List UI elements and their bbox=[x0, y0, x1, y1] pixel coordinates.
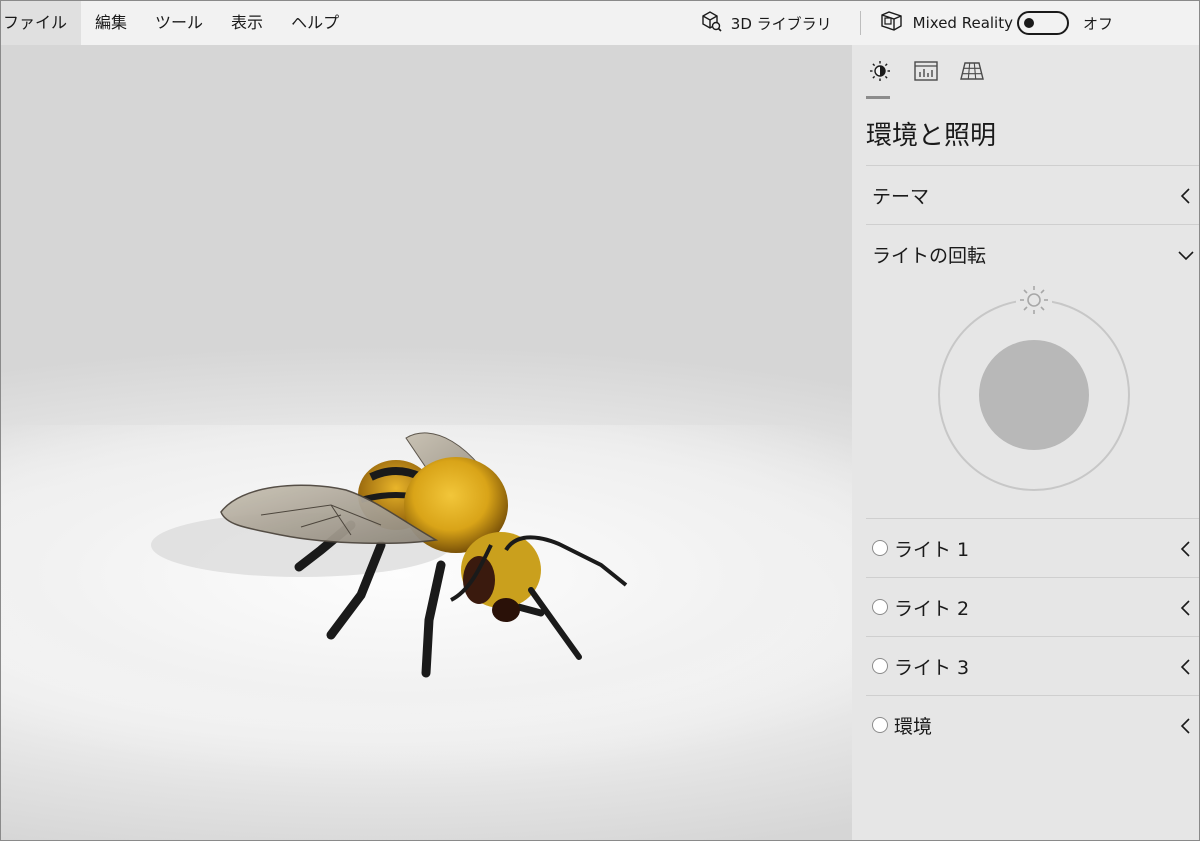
menu-bar: ファイル 編集 ツール 表示 ヘルプ 3D ライブラリ Mixed Realit… bbox=[1, 1, 1199, 45]
3d-library-label: 3D ライブラリ bbox=[730, 14, 832, 33]
light-2-row[interactable]: ライト 2 bbox=[866, 577, 1199, 637]
light-1-radio[interactable] bbox=[872, 540, 888, 556]
mixed-reality-toggle[interactable] bbox=[1016, 11, 1069, 35]
bee-model[interactable] bbox=[1, 45, 852, 841]
theme-label: テーマ bbox=[872, 185, 930, 208]
chevron-left-icon bbox=[1171, 166, 1199, 225]
light-rotation-section[interactable]: ライトの回転 bbox=[866, 224, 1199, 284]
chevron-left-icon bbox=[1171, 637, 1199, 696]
light-2-radio[interactable] bbox=[872, 599, 888, 615]
theme-section[interactable]: テーマ bbox=[866, 165, 1199, 225]
chevron-left-icon bbox=[1171, 578, 1199, 637]
3d-viewport[interactable] bbox=[1, 45, 852, 841]
mixed-reality-button[interactable]: Mixed Reality bbox=[879, 9, 1013, 37]
tab-lighting[interactable] bbox=[866, 59, 894, 99]
app-window: ファイル 編集 ツール 表示 ヘルプ 3D ライブラリ Mixed Realit… bbox=[0, 0, 1200, 841]
mixed-reality-label: Mixed Reality bbox=[912, 14, 1013, 32]
panel-tabs bbox=[866, 59, 986, 99]
menu-tools[interactable]: ツール bbox=[141, 1, 217, 45]
menu-help[interactable]: ヘルプ bbox=[277, 1, 353, 45]
light-1-row[interactable]: ライト 1 bbox=[866, 518, 1199, 578]
3d-library-icon bbox=[699, 9, 723, 37]
light-3-row[interactable]: ライト 3 bbox=[866, 636, 1199, 696]
light-3-radio[interactable] bbox=[872, 658, 888, 674]
environment-label: 環境 bbox=[894, 715, 933, 738]
tab-grid[interactable] bbox=[958, 59, 986, 99]
grid-icon bbox=[960, 62, 984, 80]
toggle-state-label: オフ bbox=[1082, 14, 1113, 33]
panel-title: 環境と照明 bbox=[866, 121, 997, 151]
toolbar-separator bbox=[859, 11, 861, 35]
environment-light-row[interactable]: 環境 bbox=[866, 695, 1199, 755]
mixed-reality-icon bbox=[879, 9, 905, 37]
stats-icon bbox=[914, 61, 938, 81]
lighting-icon bbox=[870, 61, 890, 81]
environment-radio[interactable] bbox=[872, 717, 888, 733]
menu-edit[interactable]: 編集 bbox=[81, 1, 141, 45]
menu-view[interactable]: 表示 bbox=[217, 1, 277, 45]
light-1-label: ライト 1 bbox=[894, 538, 970, 561]
light-rotation-dial[interactable] bbox=[936, 283, 1132, 493]
toggle-knob bbox=[1023, 18, 1034, 28]
light-2-label: ライト 2 bbox=[894, 597, 970, 620]
menubar-right-group: 3D ライブラリ Mixed Reality オフ bbox=[699, 1, 1199, 45]
light-3-label: ライト 3 bbox=[894, 656, 970, 679]
3d-library-button[interactable]: 3D ライブラリ bbox=[699, 1, 860, 45]
chevron-left-icon bbox=[1171, 696, 1199, 755]
chevron-left-icon bbox=[1171, 519, 1199, 578]
chevron-down-icon bbox=[1171, 225, 1199, 284]
tab-stats[interactable] bbox=[912, 59, 940, 99]
menu-file[interactable]: ファイル bbox=[1, 1, 82, 45]
environment-panel: 環境と照明 テーマ ライトの回転 ライト 1 ライト 2 ライト 3 環境 bbox=[852, 45, 1199, 840]
light-rotation-label: ライトの回転 bbox=[872, 244, 987, 267]
